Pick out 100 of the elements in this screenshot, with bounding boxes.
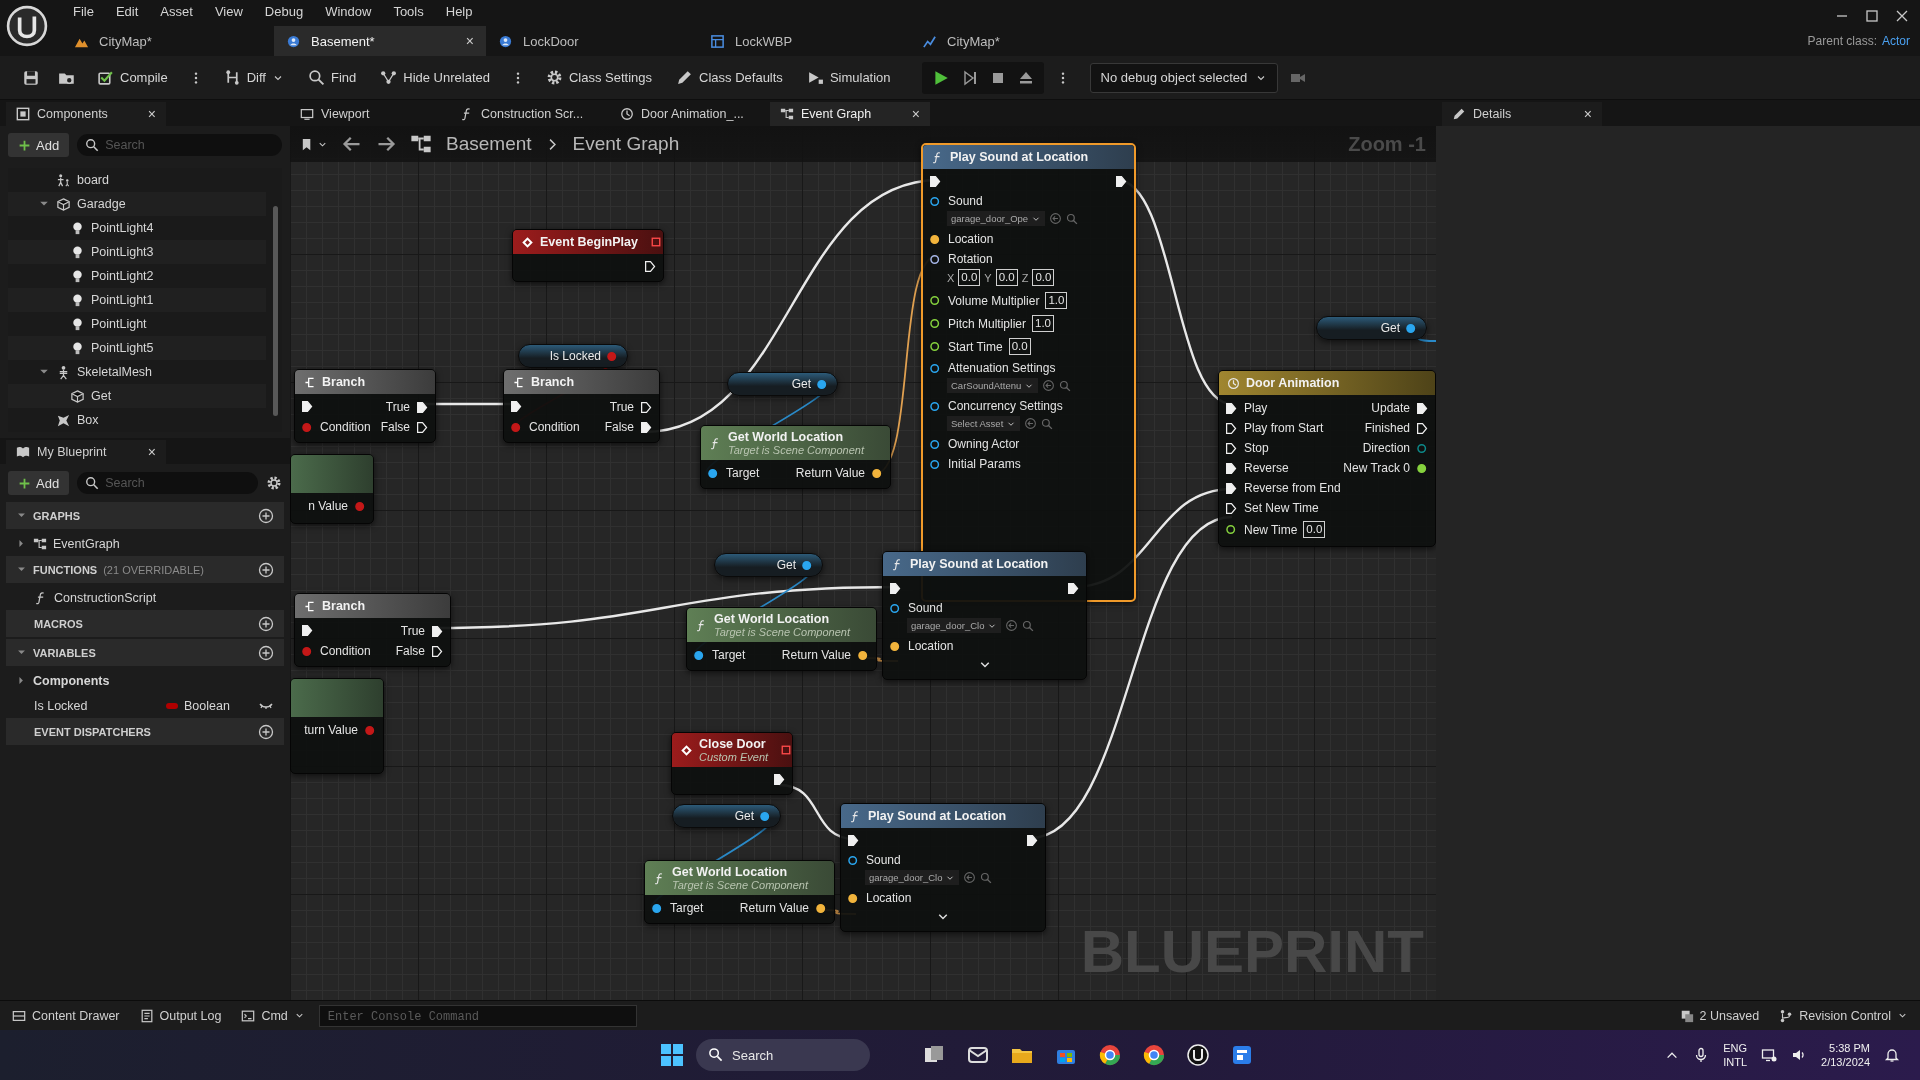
document-tab[interactable]: CityMap* — [62, 26, 274, 56]
variable-node[interactable]: Get — [672, 804, 781, 828]
document-tab[interactable]: Basement* × — [274, 26, 486, 56]
clock[interactable]: 5:38 PM 2/13/2024 — [1821, 1041, 1870, 1069]
revision-control-button[interactable]: Revision Control — [1773, 1003, 1914, 1028]
add-circle-icon[interactable] — [258, 723, 274, 740]
list-item[interactable]: ConstructionScript — [6, 585, 284, 610]
search-icon[interactable] — [1059, 379, 1072, 392]
value-field[interactable]: 0.0 — [1303, 521, 1326, 538]
asset-dropdown[interactable]: Select Asset — [947, 416, 1021, 431]
browser-icon[interactable] — [1142, 1043, 1166, 1067]
scrollbar-thumb[interactable] — [273, 206, 278, 416]
use-asset-icon[interactable] — [1005, 619, 1019, 632]
settings-icon[interactable] — [266, 475, 282, 491]
close-button[interactable]: × — [911, 106, 920, 122]
value-field[interactable]: 1.0 — [1045, 292, 1068, 309]
use-asset-icon[interactable] — [1024, 417, 1038, 430]
document-tab[interactable]: LockWBP — [698, 26, 910, 56]
cmd-dropdown[interactable]: Cmd — [235, 1003, 311, 1028]
console-input[interactable]: Enter Console Command — [318, 1004, 637, 1027]
breadcrumb-link[interactable]: Basement — [446, 133, 532, 155]
blueprint-node[interactable]: turn Value — [290, 678, 384, 774]
value-field[interactable]: 0.0 — [1008, 338, 1031, 355]
panel-tab[interactable]: Construction Scr... — [450, 102, 610, 126]
section-header[interactable]: FUNCTIONS (21 OVERRIDABLE) — [6, 556, 284, 583]
browser-icon[interactable] — [1098, 1043, 1122, 1067]
toolbar-button[interactable]: Class Settings — [536, 62, 662, 93]
circle-logo-icon[interactable] — [1186, 1043, 1210, 1067]
tree-item[interactable]: PointLight1 — [8, 288, 266, 312]
value-field[interactable]: 0.0 — [958, 269, 981, 286]
tree-item[interactable]: PointLight3 — [8, 240, 266, 264]
close-button[interactable]: × — [147, 444, 156, 460]
tree-item[interactable]: PointLight5 — [8, 336, 266, 360]
taskbar-search[interactable]: Search — [696, 1039, 870, 1071]
blueprint-node[interactable]: Branch True Condition False — [503, 369, 660, 443]
blueprint-node[interactable]: Door Animation Play Update Play from Start Finished Stop Direction Reverse New Track 0 Reverse from End Set New Time New Time 0.0 — [1218, 370, 1436, 547]
parent-class-link[interactable]: Actor — [1882, 34, 1910, 48]
toolbar-button[interactable]: Diff — [214, 62, 293, 93]
list-item[interactable]: Components — [6, 668, 284, 693]
variable-node[interactable]: Get — [714, 553, 823, 577]
panel-tab[interactable]: Door Animation_... — [610, 102, 770, 126]
tree-item[interactable]: Garadge — [8, 192, 266, 216]
bell-icon[interactable] — [1884, 1047, 1900, 1063]
menu-item[interactable]: Debug — [253, 3, 315, 19]
toolbar-button[interactable]: Class Defaults — [667, 62, 792, 93]
panel-tab[interactable]: Components × — [6, 102, 166, 126]
add-button[interactable]: Add — [8, 471, 70, 495]
blueprint-node[interactable]: Branch True Condition False — [294, 593, 451, 667]
search-field[interactable]: Search — [77, 472, 258, 494]
section-header[interactable]: EVENT DISPATCHERS — [6, 718, 284, 745]
toolbar-button[interactable]: Compile — [88, 62, 177, 93]
tree-item[interactable]: Get — [8, 384, 266, 408]
panel-tab[interactable]: Details × — [1442, 102, 1602, 126]
tree-item[interactable]: PointLight2 — [8, 264, 266, 288]
variable-node[interactable]: Get — [727, 372, 838, 396]
unsaved-button[interactable]: 2 Unsaved — [1673, 1003, 1766, 1028]
language-indicator[interactable]: ENG INTL — [1723, 1041, 1748, 1069]
breadcrumb-link[interactable]: Event Graph — [572, 133, 680, 155]
menu-item[interactable]: Asset — [149, 3, 204, 19]
start-icon[interactable] — [660, 1043, 684, 1067]
section-header[interactable]: VARIABLES — [6, 639, 284, 666]
section-header[interactable]: GRAPHS — [6, 502, 284, 529]
menu-item[interactable]: Help — [434, 3, 484, 19]
menu-item[interactable]: Tools — [382, 3, 435, 19]
add-circle-icon[interactable] — [258, 561, 274, 578]
add-circle-icon[interactable] — [258, 644, 274, 661]
asset-dropdown[interactable]: garage_door_Clo — [865, 870, 960, 885]
document-tab[interactable]: LockDoor — [486, 26, 698, 56]
menu-item[interactable]: View — [203, 3, 254, 19]
blueprint-node[interactable]: Close Door Custom Event — [671, 732, 793, 795]
close-button[interactable]: × — [1583, 106, 1592, 122]
use-asset-icon[interactable] — [1042, 379, 1056, 392]
blueprint-node[interactable]: Get World Location Target is Scene Component Target Return Value — [700, 425, 891, 489]
asset-dropdown[interactable]: garage_door_Clo — [907, 618, 1002, 633]
menu-item[interactable]: Window — [314, 3, 383, 19]
save-icon[interactable] — [22, 68, 40, 87]
blueprint-node[interactable]: Play Sound at Location Sound garage_door_Clo Location — [882, 551, 1087, 680]
asset-dropdown[interactable]: garage_door_Ope — [947, 211, 1046, 226]
tree-item[interactable]: board — [8, 168, 266, 192]
variable-node[interactable]: Get — [1316, 316, 1427, 340]
use-asset-icon[interactable] — [963, 871, 977, 884]
search-icon[interactable] — [1022, 619, 1035, 632]
panel-tab[interactable]: Viewport — [290, 102, 450, 126]
search-icon[interactable] — [1066, 212, 1079, 225]
search-field[interactable]: Search — [77, 134, 282, 156]
close-button[interactable]: × — [147, 106, 156, 122]
forward-arrow-icon[interactable] — [376, 134, 396, 154]
toolbar-button[interactable]: Simulation — [797, 62, 900, 93]
blueprint-node[interactable]: Event BeginPlay — [512, 229, 664, 282]
list-item[interactable]: Is Locked Boolean — [6, 693, 284, 718]
blueprint-node[interactable]: Branch True Condition False — [294, 369, 436, 443]
search-icon[interactable] — [1041, 417, 1054, 430]
blueprint-node[interactable]: Play Sound at Location Sound garage_door_Clo Location — [840, 803, 1046, 932]
tree-item[interactable]: SkeletalMesh — [8, 360, 266, 384]
value-field[interactable]: 0.0 — [995, 269, 1018, 286]
tree-item[interactable]: PointLight — [8, 312, 266, 336]
maximize-icon[interactable] — [1864, 8, 1880, 24]
blueprint-node[interactable]: Get World Location Target is Scene Component Target Return Value — [686, 607, 877, 671]
close-icon[interactable] — [1894, 8, 1910, 24]
toolbar-button[interactable]: Find — [298, 62, 366, 93]
